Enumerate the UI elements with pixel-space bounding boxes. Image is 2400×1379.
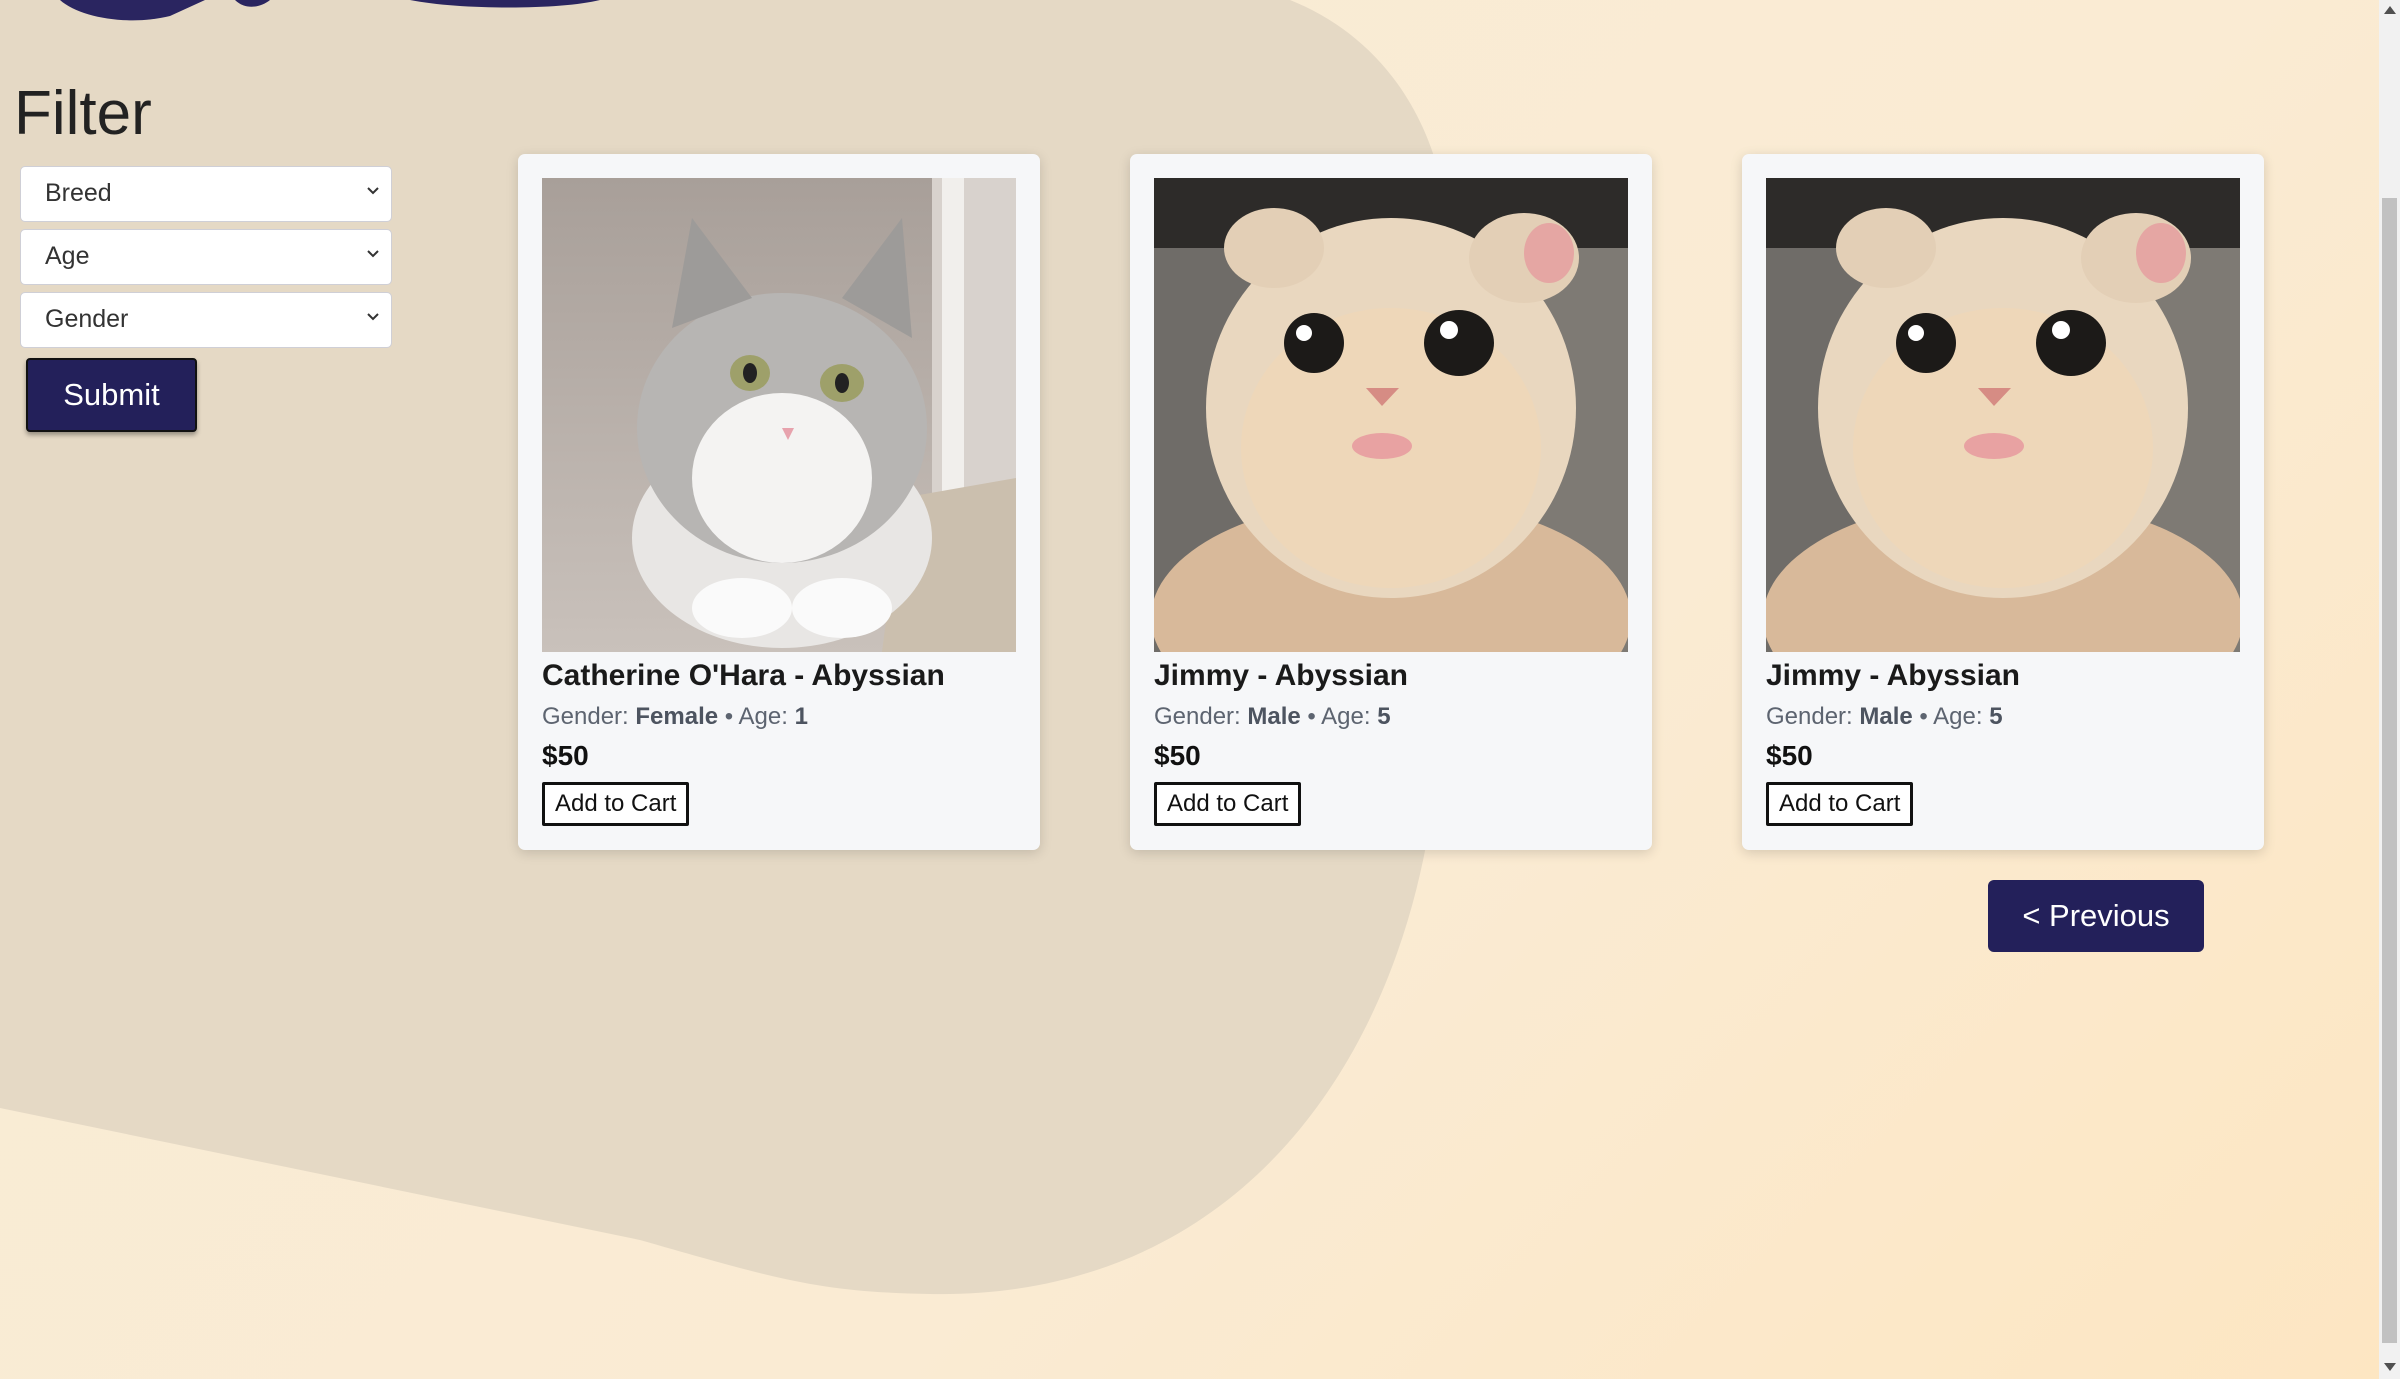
cat-photo-grey-white-kitten[interactable]	[542, 178, 1016, 652]
gender-label: Gender:	[1154, 703, 1241, 730]
age-value: 5	[1989, 703, 2003, 730]
age-value: 5	[1377, 703, 1391, 730]
gender-value: Female	[635, 703, 719, 730]
chevron-down-icon	[367, 187, 379, 195]
gender-label: Gender:	[542, 703, 629, 730]
scroll-thumb[interactable]	[2382, 198, 2397, 1343]
filter-panel: Filter Breed Age Gender Submit	[14, 80, 394, 432]
add-to-cart-button[interactable]: Add to Cart	[1154, 782, 1302, 826]
product-name: Jimmy - Abyssian	[1766, 659, 2020, 692]
product-price: $50	[1766, 740, 1813, 771]
age-select-value: Age	[45, 242, 90, 270]
product-details: Gender: Female • Age: 1	[542, 698, 1016, 736]
age-label: Age:	[1321, 703, 1371, 730]
chevron-down-icon	[367, 313, 379, 321]
age-value: 1	[794, 703, 808, 730]
product-card: Catherine O'Hara - Abyssian Gender: Fema…	[518, 154, 1040, 850]
gender-label: Gender:	[1766, 703, 1853, 730]
add-to-cart-button[interactable]: Add to Cart	[1766, 782, 1914, 826]
gender-value: Male	[1247, 703, 1301, 730]
separator: •	[1307, 703, 1316, 730]
scroll-up-arrow-icon[interactable]	[2384, 6, 2396, 14]
age-select[interactable]: Age	[20, 229, 392, 285]
product-name: Jimmy - Abyssian	[1154, 659, 1408, 692]
age-label: Age:	[738, 703, 788, 730]
filter-title: Filter	[14, 79, 152, 148]
product-details: Gender: Male • Age: 5	[1154, 698, 1628, 736]
gender-select-value: Gender	[45, 305, 129, 333]
product-price: $50	[542, 740, 589, 771]
product-price: $50	[1154, 740, 1201, 771]
product-name: Catherine O'Hara - Abyssian	[542, 659, 945, 692]
product-card: Jimmy - Abyssian Gender: Male • Age: 5 $…	[1130, 154, 1652, 850]
logo-art	[60, 0, 600, 21]
chevron-down-icon	[367, 250, 379, 258]
previous-page-button[interactable]: < Previous	[1988, 880, 2204, 952]
product-details: Gender: Male • Age: 5	[1766, 698, 2240, 736]
product-card: Jimmy - Abyssian Gender: Male • Age: 5 $…	[1742, 154, 2264, 850]
breed-select-value: Breed	[45, 179, 112, 207]
gender-select[interactable]: Gender	[20, 292, 392, 348]
breed-select[interactable]: Breed	[20, 166, 392, 222]
separator: •	[1919, 703, 1928, 730]
gender-value: Male	[1859, 703, 1913, 730]
separator: •	[724, 703, 734, 730]
cat-photo-orange-cat-in-hat[interactable]	[1154, 178, 1628, 652]
scroll-down-arrow-icon[interactable]	[2384, 1363, 2396, 1371]
add-to-cart-button[interactable]: Add to Cart	[542, 782, 690, 826]
age-label: Age:	[1933, 703, 1983, 730]
submit-button[interactable]: Submit	[26, 358, 197, 432]
vertical-scrollbar[interactable]	[2379, 0, 2400, 1379]
cat-photo-orange-cat-in-hat[interactable]	[1766, 178, 2240, 652]
